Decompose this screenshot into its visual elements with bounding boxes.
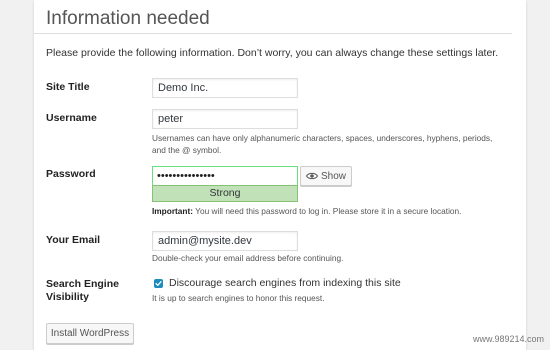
password-label: Password (46, 168, 96, 180)
discourage-search-label[interactable]: Discourage search engines from indexing … (169, 277, 401, 289)
discourage-search-checkbox[interactable] (154, 279, 163, 288)
intro-text: Please provide the following information… (46, 47, 499, 59)
site-title-label: Site Title (46, 81, 90, 93)
search-visibility-label: Search Engine Visibility (46, 278, 119, 304)
username-input[interactable] (152, 109, 298, 129)
password-note-strong: Important: (152, 206, 194, 216)
password-strength-meter: Strong (152, 185, 298, 202)
password-note-text: You will need this password to log in. P… (193, 206, 462, 216)
password-group: Strong (152, 166, 298, 202)
search-visibility-label-line1: Search Engine (46, 278, 119, 290)
watermark-text: www.989214.com (472, 334, 544, 344)
search-visibility-label-line2: Visibility (46, 291, 89, 303)
install-form-panel: Information needed Please provide the fo… (34, 0, 526, 350)
email-input[interactable] (152, 231, 298, 251)
show-password-button[interactable]: Show (300, 166, 352, 186)
site-title-input[interactable] (152, 78, 298, 98)
search-visibility-help: It is up to search engines to honor this… (152, 293, 325, 303)
username-label: Username (46, 112, 97, 124)
install-wordpress-button[interactable]: Install WordPress (46, 323, 134, 344)
email-help: Double-check your email address before c… (152, 253, 344, 263)
username-help: Usernames can have only alphanumeric cha… (152, 133, 493, 155)
email-label: Your Email (46, 234, 101, 246)
eye-icon (305, 172, 318, 180)
checkmark-icon (155, 281, 162, 286)
heading-divider (34, 33, 512, 34)
password-note: Important: You will need this password t… (152, 205, 504, 217)
password-input[interactable] (152, 166, 298, 185)
show-password-label: Show (320, 170, 346, 182)
page-title: Information needed (46, 8, 210, 29)
